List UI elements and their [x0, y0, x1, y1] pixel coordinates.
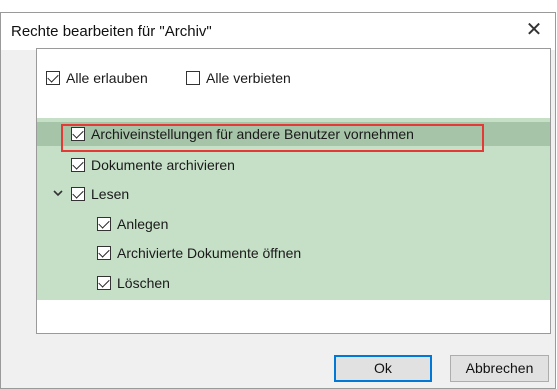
create-checkbox[interactable]: [97, 217, 111, 231]
tree-item-label: Löschen: [117, 275, 170, 291]
allow-all-option[interactable]: Alle erlauben: [46, 68, 148, 88]
tree-item-archive-documents[interactable]: Dokumente archivieren: [37, 153, 550, 177]
allow-all-label: Alle erlauben: [66, 70, 148, 86]
read-checkbox[interactable]: [71, 187, 85, 201]
ok-button[interactable]: Ok: [334, 355, 432, 382]
deny-all-option[interactable]: Alle verbieten: [186, 68, 291, 88]
tree-item-label: Archiveinstellungen für andere Benutzer …: [91, 126, 414, 142]
title-bar: Rechte bearbeiten für "Archiv" ✕: [1, 13, 555, 50]
permissions-tree: Archiveinstellungen für andere Benutzer …: [37, 118, 550, 300]
cancel-button[interactable]: Abbrechen: [450, 355, 549, 382]
archive-settings-checkbox[interactable]: [71, 127, 85, 141]
deny-all-checkbox[interactable]: [186, 71, 200, 85]
dialog-title: Rechte bearbeiten für "Archiv": [11, 23, 212, 40]
tree-item-label: Anlegen: [117, 216, 169, 232]
tree-item-label: Lesen: [91, 186, 130, 202]
tree-item-delete[interactable]: Löschen: [37, 271, 550, 295]
tree-item-label: Dokumente archivieren: [91, 157, 235, 173]
close-icon[interactable]: ✕: [523, 19, 545, 41]
tree-item-read[interactable]: Lesen: [37, 182, 550, 206]
chevron-down-icon[interactable]: [51, 187, 65, 201]
deny-all-label: Alle verbieten: [206, 70, 291, 86]
archive-documents-checkbox[interactable]: [71, 158, 85, 172]
open-archived-checkbox[interactable]: [97, 246, 111, 260]
tree-item-open-archived[interactable]: Archivierte Dokumente öffnen: [37, 241, 550, 265]
tree-item-create[interactable]: Anlegen: [37, 212, 550, 236]
tree-item-archive-settings[interactable]: Archiveinstellungen für andere Benutzer …: [37, 122, 550, 146]
allow-all-checkbox[interactable]: [46, 71, 60, 85]
tree-item-label: Archivierte Dokumente öffnen: [117, 245, 302, 261]
background-window-strip: [0, 0, 557, 12]
delete-checkbox[interactable]: [97, 276, 111, 290]
